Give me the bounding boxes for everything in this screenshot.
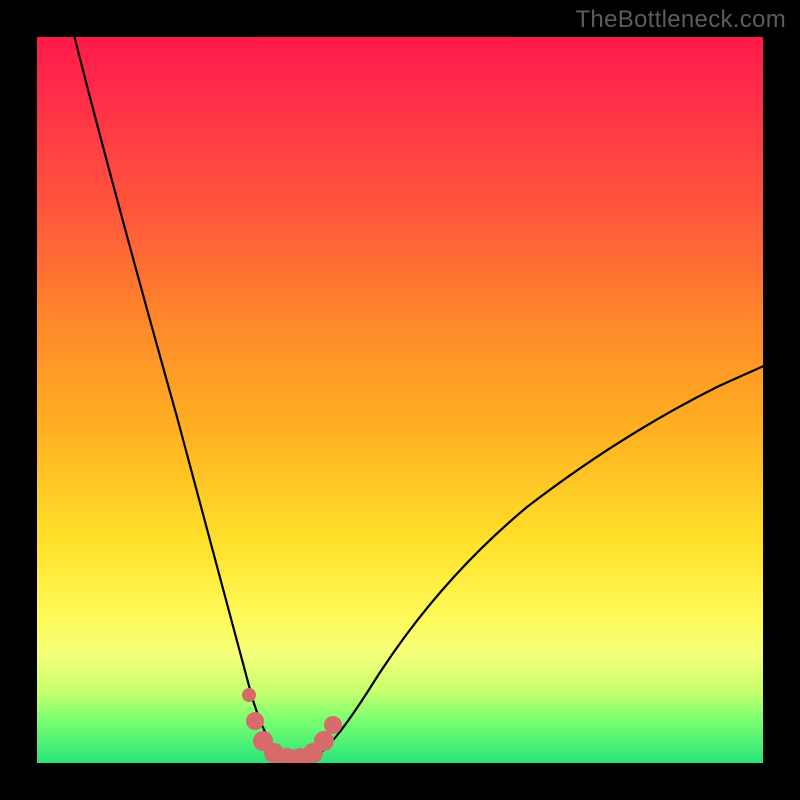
minimum-highlight: [242, 688, 342, 763]
watermark-text: TheBottleneck.com: [575, 6, 786, 34]
chart-plot-area: [37, 37, 763, 763]
bottleneck-curve: [73, 37, 763, 761]
chart-frame: TheBottleneck.com: [0, 0, 800, 800]
chart-svg: [37, 37, 763, 763]
